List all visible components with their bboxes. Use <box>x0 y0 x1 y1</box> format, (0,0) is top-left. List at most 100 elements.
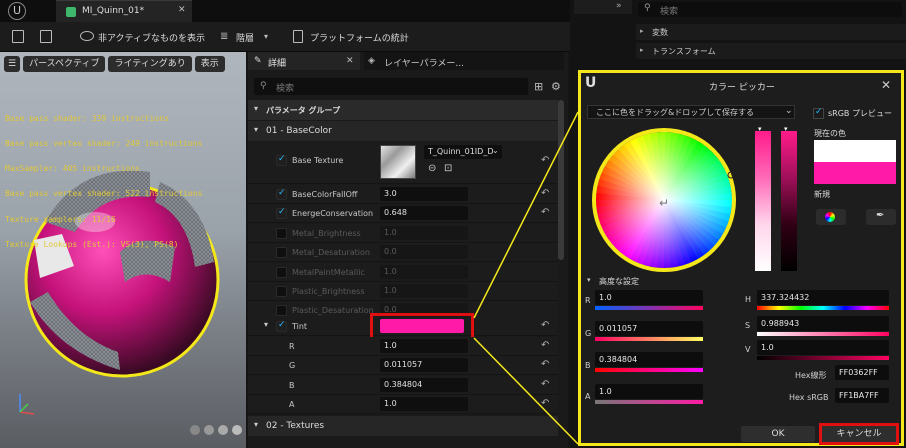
search-input[interactable]: ⚲ 検索 <box>254 78 528 95</box>
hex-srgb-field[interactable]: FF1BA7FF <box>835 388 889 403</box>
chevron-down-icon[interactable]: ▾ <box>264 320 268 329</box>
close-icon[interactable]: ✕ <box>346 56 354 66</box>
browse-asset-icon[interactable]: ⊡ <box>444 163 452 174</box>
saturation-slider[interactable] <box>755 131 771 271</box>
param-value-field[interactable]: 3.0 <box>380 187 468 201</box>
texture-thumbnail[interactable] <box>380 145 416 179</box>
param-checkbox[interactable] <box>276 228 287 239</box>
reset-icon[interactable]: ↶ <box>541 207 549 218</box>
saturation-field[interactable]: 0.988943 <box>757 316 889 331</box>
gear-icon[interactable]: ⚙ <box>551 80 561 93</box>
saturation-bar[interactable] <box>757 332 889 336</box>
chevron-down-icon[interactable]: ⌄ <box>785 106 793 116</box>
param-checkbox[interactable] <box>276 305 287 316</box>
slider-handle-icon[interactable]: ▾ <box>758 125 762 133</box>
hide-inactive-button[interactable]: 非アクティブなものを表示 <box>98 31 205 44</box>
hue-slider[interactable] <box>757 306 889 310</box>
param-checkbox[interactable] <box>276 267 287 278</box>
tint-color-swatch[interactable] <box>380 319 464 333</box>
param-value-field[interactable]: 1.0 <box>380 265 468 279</box>
red-slider[interactable] <box>595 306 703 310</box>
reset-icon[interactable]: ↶ <box>541 320 549 331</box>
chevron-down-icon: ▾ <box>254 420 259 429</box>
current-color-label: 現在の色 <box>814 129 846 138</box>
channel-label: B <box>289 381 295 390</box>
green-slider[interactable] <box>595 337 703 341</box>
base-texture-checkbox[interactable] <box>276 154 287 166</box>
reset-icon[interactable]: ↶ <box>541 359 549 370</box>
search-icon: ⚲ <box>260 81 267 91</box>
channel-value-field[interactable]: 0.384804 <box>380 378 468 392</box>
close-icon[interactable]: ✕ <box>881 78 891 92</box>
hex-linear-field[interactable]: FF0362FF <box>835 365 889 380</box>
slider-handle-icon[interactable]: ▾ <box>784 125 788 133</box>
alpha-slider[interactable] <box>595 400 703 404</box>
chevron-right-icon: ▸ <box>640 46 644 54</box>
tab-close-icon[interactable]: ✕ <box>178 5 186 15</box>
srgb-checkbox[interactable]: ✓ <box>813 107 824 119</box>
tab-details[interactable]: ✎ 詳細 ✕ <box>248 52 360 70</box>
grid-icon[interactable]: ⊞ <box>534 80 543 93</box>
blue-slider[interactable] <box>595 368 703 372</box>
channel-value-field[interactable]: 1.0 <box>380 339 468 353</box>
new-color-swatch <box>814 162 896 184</box>
texture-asset-dropdown[interactable]: T_Quinn_01ID_D ⌄ <box>424 145 502 159</box>
cancel-button[interactable]: キャンセル <box>819 423 899 445</box>
reset-icon[interactable]: ↶ <box>541 340 549 351</box>
channel-value-field[interactable]: 0.011057 <box>380 358 468 372</box>
viewport[interactable]: ☰ パースペクティブ ライティングあり 表示 Base pass shader:… <box>0 52 246 448</box>
tab-material-instance[interactable]: MI_Quinn_01* ✕ <box>56 0 192 22</box>
alpha-field[interactable]: 1.0 <box>595 384 703 399</box>
channel-value-field[interactable]: 1.0 <box>380 397 468 411</box>
chevron-down-icon[interactable]: ▾ <box>587 276 591 284</box>
group-basecolor[interactable]: ▾ 01 - BaseColor <box>248 121 558 141</box>
right-search-input[interactable]: ⚲ 検索 <box>638 2 902 17</box>
scrollbar[interactable] <box>558 100 564 260</box>
param-checkbox[interactable] <box>276 207 287 219</box>
hierarchy-button[interactable]: 階層 <box>236 31 254 44</box>
hex-srgb-label: Hex sRGB <box>789 393 829 402</box>
reset-icon[interactable]: ↶ <box>541 379 549 390</box>
reset-icon[interactable]: ↶ <box>541 155 549 166</box>
value-slider[interactable] <box>781 131 797 271</box>
param-checkbox[interactable] <box>276 286 287 297</box>
ok-button[interactable]: OK <box>741 426 815 442</box>
base-texture-label: Base Texture <box>292 156 344 165</box>
stat-line: Base pass vertex shader: 249 instruction… <box>5 139 203 149</box>
param-value-field[interactable]: 0.648 <box>380 206 468 220</box>
param-value-field[interactable]: 1.0 <box>380 284 468 298</box>
tint-checkbox[interactable] <box>276 320 287 332</box>
value-field[interactable]: 1.0 <box>757 340 889 355</box>
transform-section[interactable]: ▸ トランスフォーム <box>636 43 906 59</box>
reset-icon[interactable]: ↶ <box>541 188 549 199</box>
value-bar[interactable] <box>757 356 889 360</box>
browse-icon[interactable] <box>40 30 52 43</box>
reset-icon[interactable]: ↶ <box>541 398 549 409</box>
platform-stats-button[interactable]: プラットフォームの統計 <box>310 31 409 44</box>
use-selected-icon[interactable]: ⊝ <box>428 163 436 174</box>
group-textures[interactable]: ▾ 02 - Textures <box>248 416 558 436</box>
unreal-logo-icon: U <box>585 75 597 91</box>
save-icon[interactable] <box>12 30 24 43</box>
hue-field[interactable]: 337.324432 <box>757 290 889 305</box>
tab-layer-params[interactable]: ◈ レイヤーパラメー... <box>364 52 564 70</box>
color-wheel[interactable]: ↵ <box>591 127 737 273</box>
eye-icon[interactable] <box>80 31 94 41</box>
param-checkbox[interactable] <box>276 188 287 200</box>
variables-section[interactable]: ▸ 変数 <box>636 24 906 40</box>
blue-field[interactable]: 0.384804 <box>595 352 703 367</box>
search-placeholder: 検索 <box>276 84 295 94</box>
eyedropper-button[interactable]: ✒ <box>866 209 896 225</box>
color-wheel-mode-button[interactable] <box>816 209 846 225</box>
param-value-field[interactable]: 0.0 <box>380 245 468 259</box>
save-color-dropzone[interactable]: ここに色をドラッグ&ドロップして保存する <box>587 105 795 119</box>
double-chevron-icon[interactable]: » <box>616 1 622 11</box>
search-icon: ⚲ <box>644 3 651 13</box>
red-field[interactable]: 1.0 <box>595 290 703 305</box>
channel-label: G <box>289 361 296 370</box>
param-groups-header[interactable]: ▾ パラメータ グループ <box>248 100 558 120</box>
right-search-placeholder: 検索 <box>660 7 679 17</box>
green-field[interactable]: 0.011057 <box>595 321 703 336</box>
param-checkbox[interactable] <box>276 247 287 258</box>
param-value-field[interactable]: 1.0 <box>380 226 468 240</box>
